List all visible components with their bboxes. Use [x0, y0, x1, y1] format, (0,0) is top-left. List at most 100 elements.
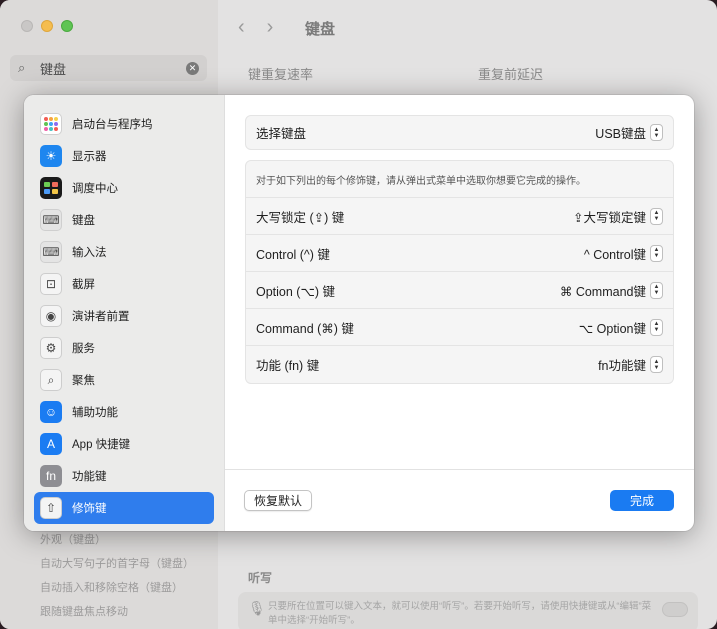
- clear-search-icon[interactable]: ✕: [186, 61, 199, 75]
- search-icon: ⌕: [18, 60, 26, 75]
- close-window-button[interactable]: [21, 20, 33, 32]
- modifier-row-command: Command (⌘) 键 ⌥ Option键 ▲ ▼: [246, 309, 673, 346]
- select-value: ^ Control键: [583, 247, 646, 262]
- sidebar-item-label: 截屏: [72, 279, 95, 291]
- sidebar-item-screenshot[interactable]: ⊡ 截屏: [34, 268, 214, 300]
- modifier-keys-icon: ⇧: [40, 497, 62, 519]
- back-icon[interactable]: ‹: [238, 16, 245, 39]
- modifier-row-control: Control (^) 键 ^ Control键 ▲ ▼: [246, 235, 673, 272]
- sidebar-item-label: 启动台与程序坞: [72, 119, 153, 131]
- search-input[interactable]: 键盘: [40, 59, 186, 78]
- keyboard-icon: ⌨: [40, 209, 62, 231]
- forward-icon[interactable]: ›: [267, 16, 274, 39]
- modifier-label: 功能 (fn) 键: [256, 359, 320, 373]
- dictation-heading: 听写: [248, 571, 273, 585]
- select-keyboard-label: 选择键盘: [256, 127, 307, 141]
- sidebar-item-spotlight[interactable]: ⌕ 聚焦: [34, 364, 214, 396]
- list-item[interactable]: 外观（键盘）: [40, 528, 194, 552]
- select-value: fn功能键: [598, 359, 646, 373]
- sidebar-item-label: 调度中心: [72, 183, 118, 195]
- dictation-toggle[interactable]: [662, 602, 688, 617]
- window-controls: [21, 20, 73, 32]
- sidebar-item-mission-control[interactable]: 调度中心: [34, 172, 214, 204]
- sidebar-item-function-keys[interactable]: fn 功能键: [34, 460, 214, 492]
- sidebar-item-services[interactable]: ⚙ 服务: [34, 332, 214, 364]
- mission-control-icon: [40, 177, 62, 199]
- page-title: 键盘: [305, 21, 336, 38]
- sidebar-item-label: 服务: [72, 343, 95, 355]
- sidebar-item-label: 演讲者前置: [72, 311, 130, 323]
- sidebar-item-label: 聚焦: [72, 375, 95, 387]
- keyboard-select[interactable]: USB键盘 ▲ ▼: [595, 123, 663, 142]
- modifier-label: Control (^) 键: [256, 247, 330, 262]
- modifier-keys-group: 对于如下列出的每个修饰键，请从弹出式菜单中选取你想要它完成的操作。 大写锁定 (…: [245, 160, 674, 384]
- sidebar-item-label: 显示器: [72, 151, 107, 163]
- screenshot-icon: ⊡: [40, 273, 62, 295]
- accessibility-icon: ☺: [40, 401, 62, 423]
- sidebar-item-label: App 快捷键: [72, 439, 131, 451]
- dictation-row: 🎙 只要所在位置可以键入文本，就可以使用“听写”。若要开始听写，请使用快捷键或从…: [238, 592, 698, 629]
- key-repeat-rate-label: 键重复速率: [248, 67, 314, 82]
- navigation-arrows: ‹ ›: [238, 16, 273, 39]
- chevron-up-down-icon: ▲ ▼: [650, 244, 663, 262]
- select-value: ⇪大写锁定键: [573, 210, 646, 225]
- microphone-icon: 🎙: [248, 600, 266, 616]
- sidebar-item-modifier-keys[interactable]: ⇧ 修饰键: [34, 492, 214, 524]
- launchpad-icon: [40, 113, 62, 135]
- sidebar-item-launchpad[interactable]: 启动台与程序坞: [34, 108, 214, 140]
- chevron-up-down-icon: ▲ ▼: [650, 281, 663, 299]
- list-item[interactable]: 自动插入和移除空格（键盘）: [40, 576, 194, 600]
- control-select[interactable]: ^ Control键 ▲ ▼: [584, 244, 663, 263]
- function-select[interactable]: fn功能键 ▲ ▼: [598, 355, 663, 374]
- sidebar-item-app-shortcuts[interactable]: A App 快捷键: [34, 428, 214, 460]
- modifier-keys-sheet: 启动台与程序坞 ☀ 显示器 调度中心 ⌨ 键盘 ⌨ 输入法 ⊡ 截屏 ◉ 演讲者…: [24, 95, 694, 531]
- list-item[interactable]: 跟随键盘焦点移动: [40, 600, 194, 624]
- app-shortcuts-icon: A: [40, 433, 62, 455]
- chevron-up-down-icon: ▲ ▼: [650, 356, 663, 373]
- modifier-label: Command (⌘) 键: [256, 321, 354, 336]
- modifier-label: Option (⌥) 键: [256, 284, 336, 299]
- sidebar-item-label: 键盘: [72, 215, 95, 227]
- command-select[interactable]: ⌥ Option键 ▲ ▼: [579, 318, 663, 337]
- sidebar-item-input-method[interactable]: ⌨ 输入法: [34, 236, 214, 268]
- done-button[interactable]: 完成: [610, 490, 674, 511]
- sheet-content: 选择键盘 USB键盘 ▲ ▼ 对于如下列出的每个修饰键，请从弹出式菜单中选取你想要…: [245, 115, 674, 384]
- maximize-window-button[interactable]: [61, 20, 73, 32]
- caps-lock-select[interactable]: ⇪大写锁定键 ▲ ▼: [573, 207, 663, 226]
- select-keyboard-row: 选择键盘 USB键盘 ▲ ▼: [245, 115, 674, 150]
- list-item[interactable]: 自动大写句子的首字母（键盘）: [40, 552, 194, 576]
- sheet-sidebar: 启动台与程序坞 ☀ 显示器 调度中心 ⌨ 键盘 ⌨ 输入法 ⊡ 截屏 ◉ 演讲者…: [24, 95, 225, 531]
- background-search-results: 外观（键盘） 自动大写句子的首字母（键盘） 自动插入和移除空格（键盘） 跟随键盘…: [40, 528, 194, 624]
- modifier-label: 大写锁定 (⇪) 键: [256, 210, 345, 225]
- function-keys-icon: fn: [40, 465, 62, 487]
- repeat-delay-label: 重复前延迟: [478, 67, 544, 82]
- option-select[interactable]: ⌘ Command键 ▲ ▼: [560, 281, 663, 300]
- minimize-window-button[interactable]: [41, 20, 53, 32]
- sheet-footer: 恢复默认 完成: [225, 469, 694, 531]
- presenter-icon: ◉: [40, 305, 62, 327]
- display-icon: ☀: [40, 145, 62, 167]
- sidebar-item-label: 修饰键: [72, 503, 107, 515]
- input-method-icon: ⌨: [40, 241, 62, 263]
- sidebar-item-label: 辅助功能: [72, 407, 118, 419]
- modifier-description: 对于如下列出的每个修饰键，请从弹出式菜单中选取你想要它完成的操作。: [246, 161, 673, 198]
- sidebar-item-keyboard[interactable]: ⌨ 键盘: [34, 204, 214, 236]
- modifier-row-function: 功能 (fn) 键 fn功能键 ▲ ▼: [246, 346, 673, 383]
- select-value: ⌘ Command键: [559, 284, 646, 299]
- search-field[interactable]: ⌕ 键盘 ✕: [10, 55, 207, 81]
- chevron-up-down-icon: ▲ ▼: [650, 207, 663, 225]
- sidebar-item-presenter[interactable]: ◉ 演讲者前置: [34, 300, 214, 332]
- dictation-description: 只要所在位置可以键入文本，就可以使用“听写”。若要开始听写，请使用快捷键或从“编…: [268, 601, 652, 626]
- chevron-up-down-icon: ▲ ▼: [650, 318, 663, 336]
- select-value: ⌥ Option键: [578, 321, 646, 336]
- sidebar-item-label: 输入法: [72, 247, 107, 259]
- keyboard-select-value: USB键盘: [595, 127, 646, 141]
- restore-defaults-button[interactable]: 恢复默认: [244, 490, 313, 511]
- sidebar-item-display[interactable]: ☀ 显示器: [34, 140, 214, 172]
- modifier-row-option: Option (⌥) 键 ⌘ Command键 ▲ ▼: [246, 272, 673, 309]
- sidebar-item-accessibility[interactable]: ☺ 辅助功能: [34, 396, 214, 428]
- modifier-row-caps-lock: 大写锁定 (⇪) 键 ⇪大写锁定键 ▲ ▼: [246, 198, 673, 235]
- chevron-up-down-icon: ▲ ▼: [650, 124, 663, 141]
- spotlight-icon: ⌕: [40, 369, 62, 391]
- sidebar-item-label: 功能键: [72, 471, 107, 483]
